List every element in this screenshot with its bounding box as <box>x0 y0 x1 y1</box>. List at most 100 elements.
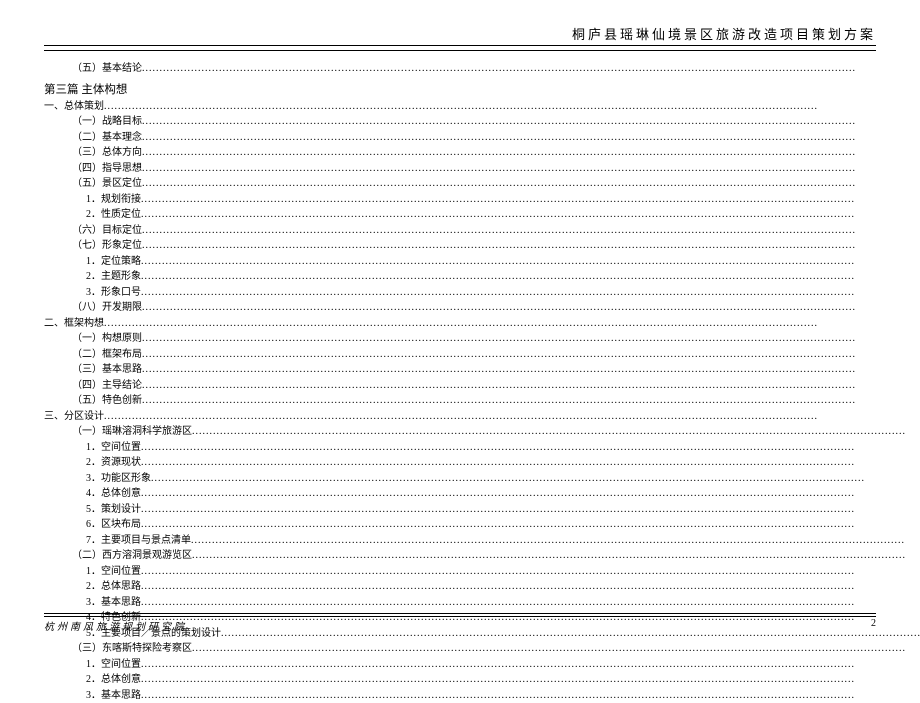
toc-label: 1．空间位置 <box>86 657 141 673</box>
toc-leader-dots <box>141 502 920 518</box>
toc-label: 二、框架构想 <box>44 316 104 332</box>
footer-rule-thin <box>44 613 876 614</box>
toc-entry: （五）景区定位24 <box>44 176 920 192</box>
toc-entry: 1．规划衔接24 <box>44 192 920 208</box>
toc-entry: （六）目标定位25 <box>44 223 920 239</box>
toc-entry: （八）开发期限26 <box>44 300 920 316</box>
toc-label: （一）瑶琳溶洞科学旅游区 <box>72 424 192 440</box>
toc-entry: 2．主题形象25 <box>44 269 920 285</box>
toc-leader-dots <box>192 641 920 657</box>
toc-entry: （四）指导思想24 <box>44 161 920 177</box>
toc-leader-dots <box>142 393 920 409</box>
toc-leader-dots <box>104 316 920 332</box>
toc-label: 1．定位策略 <box>86 254 141 270</box>
footer: 杭州南风旅游规划研究院 2 <box>44 618 876 633</box>
toc-leader-dots <box>192 424 920 440</box>
toc-label: 1．空间位置 <box>86 564 141 580</box>
toc-leader-dots <box>141 285 920 301</box>
toc-column-left: （五）基本结论23第三篇 主体构想一、总体策划24（一）战略目标24（二）基本理… <box>44 61 920 703</box>
toc-entry: （二）西方溶洞景观游览区30 <box>44 548 920 564</box>
toc-entry: 一、总体策划24 <box>44 99 920 115</box>
toc-leader-dots <box>142 378 920 394</box>
toc-label: 3．基本思路 <box>86 595 141 611</box>
toc-label: （四）指导思想 <box>72 161 142 177</box>
toc-leader-dots <box>141 672 920 688</box>
toc-label: （二）框架布局 <box>72 347 142 363</box>
toc-label: 3．形象口号 <box>86 285 141 301</box>
toc-entry: （一）构想原则26 <box>44 331 920 347</box>
toc-label: （五）景区定位 <box>72 176 142 192</box>
toc-label: （二）西方溶洞景观游览区 <box>72 548 192 564</box>
toc-leader-dots <box>141 657 920 673</box>
toc-label: 3．功能区形象 <box>86 471 151 487</box>
toc-label: 7．主要项目与景点清单 <box>86 533 191 549</box>
toc-columns: （五）基本结论23第三篇 主体构想一、总体策划24（一）战略目标24（二）基本理… <box>44 61 876 703</box>
toc-entry: （七）形象定位25 <box>44 238 920 254</box>
toc-label: 4．总体创意 <box>86 486 141 502</box>
footer-org: 杭州南风旅游规划研究院 <box>44 618 187 633</box>
toc-entry: 4．总体创意27 <box>44 486 920 502</box>
footer-page-number: 2 <box>871 618 876 633</box>
toc-leader-dots <box>141 192 920 208</box>
toc-label: （八）开发期限 <box>72 300 142 316</box>
toc-leader-dots <box>142 238 920 254</box>
toc-entry: 6．区块布局29 <box>44 517 920 533</box>
toc-entry: （三）总体方向24 <box>44 145 920 161</box>
toc-label: （三）基本思路 <box>72 362 142 378</box>
toc-label: （七）形象定位 <box>72 238 142 254</box>
toc-entry: 3．功能区形象27 <box>44 471 920 487</box>
toc-leader-dots <box>141 579 920 595</box>
toc-label: （三）东喀斯特探险考察区 <box>72 641 192 657</box>
toc-label: 2．性质定位 <box>86 207 141 223</box>
toc-entry: （三）东喀斯特探险考察区34 <box>44 641 920 657</box>
toc-leader-dots <box>192 548 920 564</box>
toc-leader-dots <box>151 471 920 487</box>
toc-entry: 2．总体创意34 <box>44 672 920 688</box>
toc-label: 2．总体创意 <box>86 672 141 688</box>
toc-leader-dots <box>142 176 920 192</box>
section-heading: 第三篇 主体构想 <box>44 81 920 97</box>
toc-label: 6．区块布局 <box>86 517 141 533</box>
toc-entry: （五）基本结论23 <box>44 61 920 77</box>
toc-leader-dots <box>141 564 920 580</box>
toc-entry: 1．空间位置30 <box>44 564 920 580</box>
toc-leader-dots <box>142 331 920 347</box>
toc-entry: （五）特色创新27 <box>44 393 920 409</box>
toc-entry: 7．主要项目与景点清单29 <box>44 533 920 549</box>
toc-entry: （二）基本理念24 <box>44 130 920 146</box>
footer-rule-thick <box>44 616 876 617</box>
toc-entry: 1．定位策略25 <box>44 254 920 270</box>
toc-label: （二）基本理念 <box>72 130 142 146</box>
toc-entry: 5．策划设计28 <box>44 502 920 518</box>
toc-leader-dots <box>104 99 920 115</box>
doc-title: 桐庐县瑶琳仙境景区旅游改造项目策划方案 <box>44 24 876 45</box>
toc-label: （五）特色创新 <box>72 393 142 409</box>
toc-leader-dots <box>191 533 920 549</box>
toc-leader-dots <box>141 455 920 471</box>
toc-entry: 三、分区设计27 <box>44 409 920 425</box>
toc-label: 2．资源现状 <box>86 455 141 471</box>
toc-entry: 3．基本思路34 <box>44 688 920 703</box>
toc-leader-dots <box>142 161 920 177</box>
toc-entry: 二、框架构想26 <box>44 316 920 332</box>
toc-leader-dots <box>142 61 920 77</box>
toc-leader-dots <box>141 254 920 270</box>
toc-leader-dots <box>142 362 920 378</box>
toc-leader-dots <box>142 130 920 146</box>
header-rule-thick <box>44 45 876 46</box>
toc-leader-dots <box>141 595 920 611</box>
toc-entry: 1．空间位置27 <box>44 440 920 456</box>
toc-leader-dots <box>142 145 920 161</box>
toc-leader-dots <box>104 409 920 425</box>
toc-entry: 2．资源现状27 <box>44 455 920 471</box>
toc-entry: 2．性质定位25 <box>44 207 920 223</box>
toc-leader-dots <box>141 269 920 285</box>
toc-leader-dots <box>141 486 920 502</box>
toc-label: 2．总体思路 <box>86 579 141 595</box>
toc-label: 5．策划设计 <box>86 502 141 518</box>
toc-entry: （三）基本思路26 <box>44 362 920 378</box>
header-rule-thin <box>44 50 876 51</box>
toc-leader-dots <box>142 300 920 316</box>
toc-entry: 3．基本思路30 <box>44 595 920 611</box>
toc-entry: 2．总体思路30 <box>44 579 920 595</box>
